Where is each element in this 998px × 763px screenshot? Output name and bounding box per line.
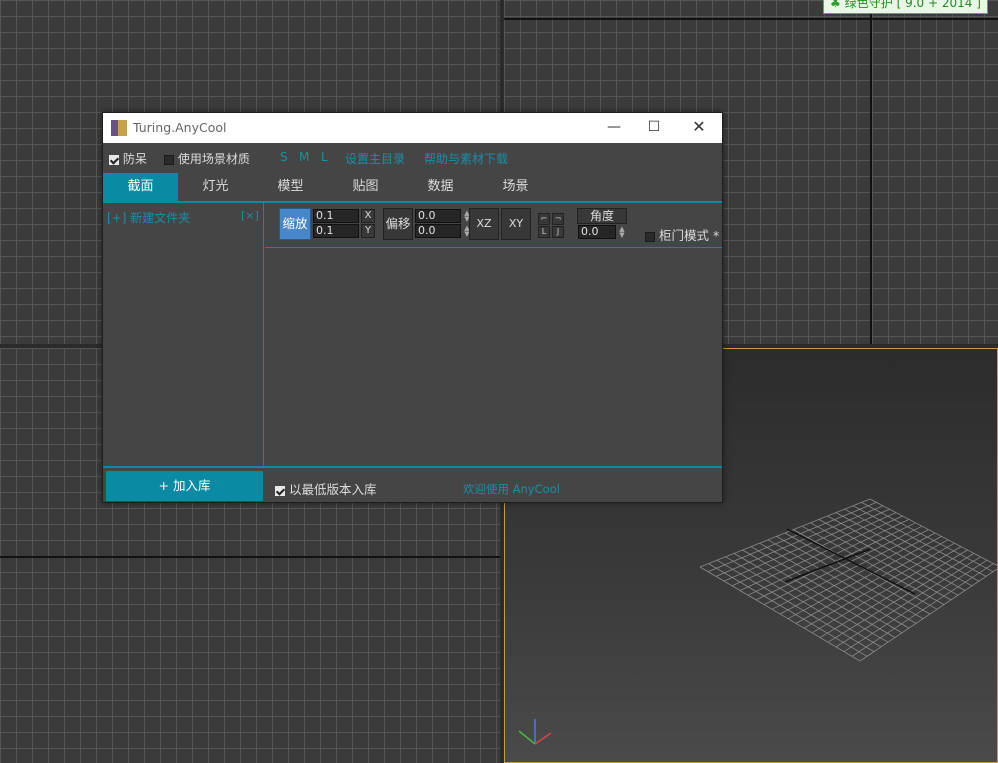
size-s-button[interactable]: S bbox=[280, 150, 288, 164]
anycool-dialog: Turing.AnyCool — ☐ ✕ 防呆 使用场景材质 S M L 设置主… bbox=[102, 112, 723, 503]
maximize-button[interactable]: ☐ bbox=[631, 113, 677, 143]
top-options-bar: 防呆 使用场景材质 S M L 设置主目录 帮助与素材下载 bbox=[103, 143, 722, 171]
corner-bottom-left-button[interactable]: L bbox=[538, 226, 550, 238]
use-scene-material-label: 使用场景材质 bbox=[177, 152, 250, 166]
section-content-area[interactable] bbox=[265, 249, 722, 466]
anti-freeze-label: 防呆 bbox=[122, 152, 147, 166]
tab-data[interactable]: 数据 bbox=[403, 173, 478, 201]
scale-x-input[interactable]: 0.1 ▲▼ bbox=[313, 209, 368, 223]
scale-button[interactable]: 缩放 bbox=[279, 208, 311, 240]
window-title: Turing.AnyCool bbox=[133, 120, 227, 135]
tab-lights[interactable]: 灯光 bbox=[178, 173, 253, 201]
scale-y-input[interactable]: 0.1 ▲▼ bbox=[313, 224, 368, 238]
offset-x-value: 0.0 bbox=[418, 209, 436, 222]
tab-bar: 截面 灯光 模型 贴图 数据 场景 bbox=[103, 173, 722, 203]
checkbox-unchecked-icon bbox=[645, 231, 655, 242]
corner-top-left-button[interactable]: ⌐ bbox=[538, 213, 550, 225]
folder-pane[interactable]: [+] 新建文件夹 [×] bbox=[103, 203, 264, 466]
offset-button[interactable]: 偏移 bbox=[383, 208, 413, 240]
axis-gizmo-icon bbox=[518, 719, 552, 745]
title-bar[interactable]: Turing.AnyCool — ☐ ✕ bbox=[103, 113, 722, 143]
angle-label: 角度 bbox=[577, 208, 627, 224]
tab-models[interactable]: 模型 bbox=[253, 173, 328, 201]
bottom-bar: + 加入库 以最低版本入库 欢迎使用 AnyCool bbox=[103, 466, 722, 504]
xz-plane-button[interactable]: XZ bbox=[469, 208, 499, 240]
scale-x-value: 0.1 bbox=[316, 209, 334, 222]
new-folder-button[interactable]: [+] 新建文件夹 bbox=[107, 209, 190, 226]
lowest-version-checkbox[interactable]: 以最低版本入库 bbox=[275, 479, 377, 498]
set-main-directory-link[interactable]: 设置主目录 bbox=[345, 150, 405, 167]
corner-bottom-right-button[interactable]: J bbox=[552, 226, 564, 238]
remove-folder-button[interactable]: [×] bbox=[241, 209, 259, 222]
offset-y-value: 0.0 bbox=[418, 224, 436, 237]
angle-value: 0.0 bbox=[581, 225, 599, 238]
scale-y-value: 0.1 bbox=[316, 224, 334, 237]
checkbox-unchecked-icon bbox=[164, 154, 174, 165]
spinner-arrows-icon[interactable]: ▲▼ bbox=[617, 226, 627, 239]
corner-top-right-button[interactable]: ¬ bbox=[552, 213, 564, 225]
section-toolbar: 缩放 0.1 ▲▼ 0.1 ▲▼ X Y 偏移 0.0 ▲▼ 0.0 ▲▼ XZ… bbox=[265, 203, 722, 248]
badge-text: 绿色守护 [ 9.0 + 2014 ] bbox=[844, 0, 981, 10]
offset-y-input[interactable]: 0.0 ▲ ▼ bbox=[415, 224, 470, 238]
use-scene-material-checkbox[interactable]: 使用场景材质 bbox=[164, 150, 250, 167]
tab-textures[interactable]: 贴图 bbox=[328, 173, 403, 201]
app-icon bbox=[111, 120, 127, 136]
help-download-link[interactable]: 帮助与素材下载 bbox=[424, 150, 508, 167]
offset-x-input[interactable]: 0.0 ▲ ▼ bbox=[415, 209, 470, 223]
checkbox-checked-icon bbox=[109, 154, 119, 165]
clover-icon: ♣ bbox=[830, 0, 841, 10]
anti-freeze-checkbox[interactable]: 防呆 bbox=[109, 150, 147, 167]
add-to-library-button[interactable]: + 加入库 bbox=[106, 471, 263, 501]
close-button[interactable]: ✕ bbox=[676, 113, 722, 143]
size-m-button[interactable]: M bbox=[299, 150, 309, 164]
tab-scene[interactable]: 场景 bbox=[478, 173, 553, 201]
lowest-version-label: 以最低版本入库 bbox=[288, 482, 377, 497]
cabinet-mode-checkbox[interactable]: 柜门模式 * bbox=[645, 225, 719, 244]
y-axis-button[interactable]: Y bbox=[361, 224, 375, 238]
xy-plane-button[interactable]: XY bbox=[501, 208, 531, 240]
tab-section[interactable]: 截面 bbox=[103, 173, 178, 201]
welcome-text: 欢迎使用 AnyCool bbox=[463, 482, 560, 496]
cabinet-mode-label: 柜门模式 * bbox=[658, 228, 720, 243]
size-l-button[interactable]: L bbox=[321, 150, 328, 164]
x-axis-button[interactable]: X bbox=[361, 209, 375, 223]
checkbox-checked-icon bbox=[275, 485, 285, 496]
angle-input[interactable]: 0.0 ▲ ▼ bbox=[578, 225, 625, 239]
protection-badge: ♣ 绿色守护 [ 9.0 + 2014 ] bbox=[823, 0, 988, 14]
